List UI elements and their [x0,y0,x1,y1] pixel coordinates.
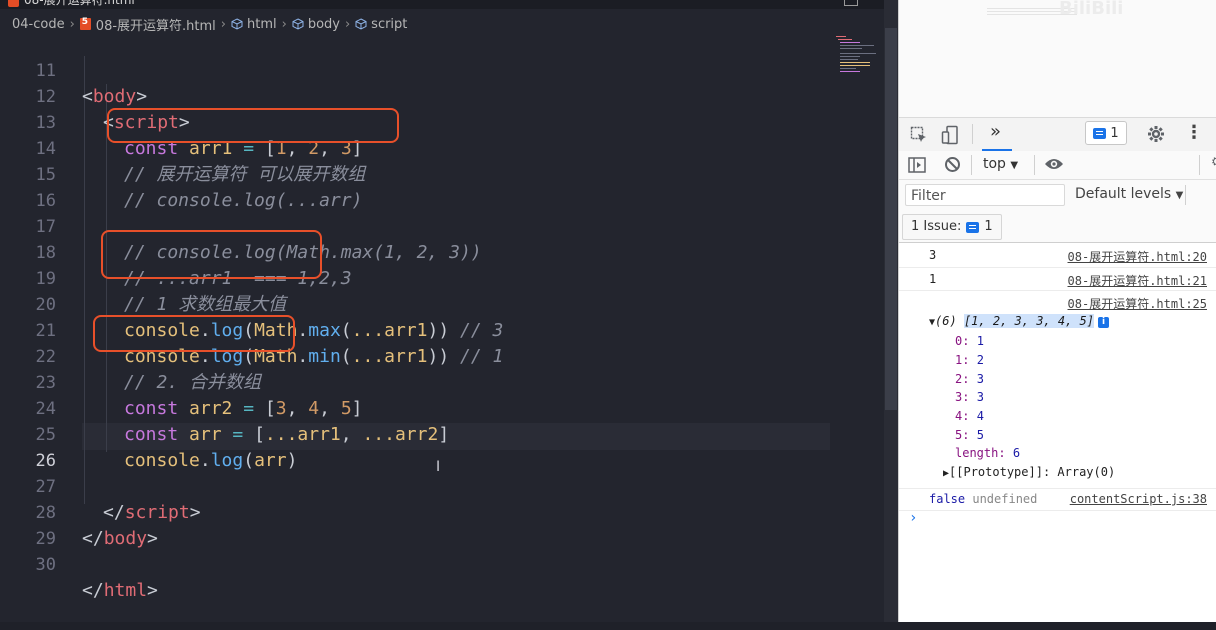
code-line: 11 <body> [35,61,148,107]
code-line-active: 26 [35,451,56,471]
source-link[interactable]: 08-展开运算符.html:20 [1068,248,1207,265]
html5-icon [79,17,91,30]
array-entry: 1: 2 [955,353,984,367]
console-settings-gear-icon[interactable]: ⚙ [1211,155,1216,170]
issues-button[interactable]: 1 Issue: 1 [902,214,1002,240]
code-line: 28 </body> [35,503,158,549]
array-entry: 4: 4 [955,409,984,423]
code-line: 30 </html> [35,555,158,601]
kebab-menu-icon[interactable]: ⋮ [1185,122,1203,143]
context-selector[interactable]: top ▼ [983,156,1018,172]
highlight-box [93,315,295,352]
array-preview: [1, 2, 3, 3, 4, 5] [963,314,1094,328]
code-line: 17 // console.log(Math.max(1, 2, 3)) [35,217,482,263]
scrollbar-thumb[interactable] [885,28,897,410]
array-entry: 2: 3 [955,372,984,386]
sidebar-toggle-icon[interactable] [908,157,926,173]
more-tabs-icon[interactable]: » [990,121,1001,142]
array-length: length: 6 [955,446,1021,460]
cube-icon [231,18,243,30]
inspect-element-icon[interactable] [910,126,928,144]
source-link[interactable]: 08-展开运算符.html:21 [1068,272,1207,289]
code-line: 29 [35,529,56,549]
log-levels-dropdown[interactable]: Default levels ▼ [1075,186,1183,202]
console-toolbar: top ▼ ⚙ [899,151,1216,180]
page-viewport: BiliBili [899,0,1216,117]
breadcrumb-script[interactable]: script [355,17,407,32]
console-output[interactable]: 3 08-展开运算符.html:20 1 08-展开运算符.html:21 08… [899,243,1216,622]
code-line: 24 const arr = [...arr1, ...arr2] [35,399,450,445]
editor-tab[interactable]: 08-展开运算符.html [24,0,135,8]
devtools-panel: BiliBili » 1 ⋮ top ▼ ⚙ Filter Default le… [898,0,1216,622]
issues-counter-button[interactable]: 1 [1085,121,1127,145]
message-icon [966,221,980,233]
breadcrumb: 04-code › 08-展开运算符.html › html › body › … [0,14,898,34]
code-line: 12 <script> [35,87,190,133]
live-expression-eye-icon[interactable] [1044,157,1064,171]
breadcrumb-file[interactable]: 08-展开运算符.html [79,15,216,34]
console-message: 3 08-展开运算符.html:20 [899,243,1216,268]
minimap[interactable] [834,34,886,74]
code-line: 16 [35,191,56,211]
dropdown-arrow-icon: ▼ [1175,190,1184,201]
code-editor[interactable]: 08-展开运算符.html 04-code › 08-展开运算符.html › … [0,0,898,622]
chevron-right-icon: › [69,16,75,32]
cube-icon [355,18,367,30]
text-cursor-icon: I [436,459,441,475]
array-prototype[interactable]: ▶[[Prototype]]: Array(0) [943,465,1115,479]
cube-icon [292,18,304,30]
chevron-right-icon: › [344,16,351,32]
info-icon[interactable]: i [1098,317,1109,328]
source-link[interactable]: contentScript.js:38 [1070,492,1207,506]
breadcrumb-folder[interactable]: 04-code [12,17,65,32]
chevron-right-icon: › [220,16,226,32]
highlight-box [101,230,322,279]
console-message: 1 08-展开运算符.html:21 [899,267,1216,291]
dropdown-arrow-icon: ▼ [1010,160,1019,171]
highlight-box [107,108,399,143]
chevron-right-icon: › [281,16,287,32]
message-icon [1093,127,1107,139]
toolbar-divider [972,124,973,144]
devtools-main-toolbar: » 1 ⋮ [899,117,1216,152]
issues-bar: 1 Issue: 1 [899,211,1216,243]
filter-bar: Filter Default levels ▼ [899,180,1216,212]
editor-tab-strip: 08-展开运算符.html [0,0,898,9]
filter-input[interactable]: Filter [905,184,1065,206]
breadcrumb-body[interactable]: body [292,17,340,32]
split-editor-icon[interactable] [844,0,858,6]
settings-gear-icon[interactable] [1147,125,1165,143]
toolbar-divider [1034,155,1035,175]
console-prompt-icon[interactable]: › [909,510,917,526]
toolbar-divider [1185,185,1186,205]
array-entry: 5: 5 [955,428,984,442]
watermark-logo: BiliBili [1059,0,1124,19]
array-expand-toggle[interactable]: ▼(6) [1, 2, 3, 3, 4, 5] i [929,314,1109,328]
code-line: 25 console.log(arr) [35,425,298,471]
array-entry: 0: 1 [955,334,984,348]
breadcrumb-html[interactable]: html [231,17,277,32]
clear-console-icon[interactable] [944,156,961,173]
console-message: 08-展开运算符.html:25 ▼(6) [1, 2, 3, 3, 4, 5]… [899,290,1216,489]
console-message: false undefined contentScript.js:38 [899,488,1216,511]
html-file-icon [8,0,19,7]
code-line: 27 </script> [35,477,201,523]
code-line: 13 const arr1 = [1, 2, 3] [35,113,363,159]
device-toggle-icon[interactable] [941,125,959,145]
source-link[interactable]: 08-展开运算符.html:25 [1068,295,1207,312]
array-entry: 3: 3 [955,390,984,404]
toolbar-divider [1199,155,1200,175]
toolbar-divider [971,155,972,175]
editor-scrollbar[interactable] [884,0,898,622]
